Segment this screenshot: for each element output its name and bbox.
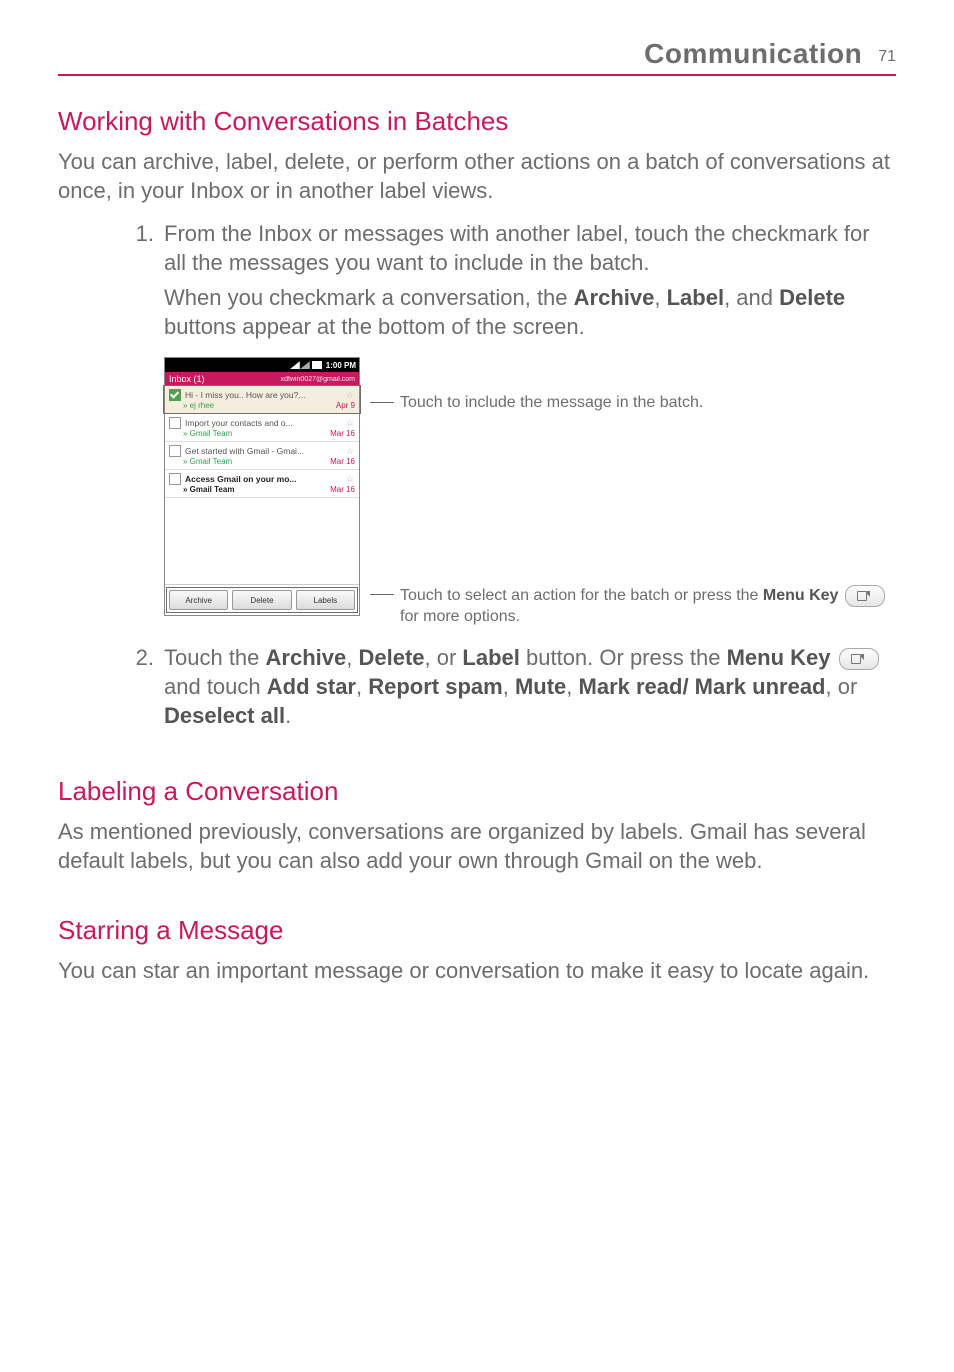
message-date: Apr 9 — [336, 401, 355, 410]
menu-key-label: Menu Key — [727, 645, 831, 670]
callout-line — [370, 402, 394, 403]
star-icon[interactable]: ☆ — [345, 447, 355, 456]
mark-read-label: Mark read/ Mark unread — [579, 674, 826, 699]
message-subject: Hi - I miss you.. How are you?... — [185, 390, 345, 400]
archive-button[interactable]: Archive — [169, 590, 228, 610]
checkbox-icon[interactable] — [169, 417, 181, 429]
star-icon[interactable]: ☆ — [345, 475, 355, 484]
delete-button[interactable]: Delete — [232, 590, 291, 610]
heading-batches: Working with Conversations in Batches — [58, 106, 896, 137]
step-2-content: Touch the Archive, Delete, or Label butt… — [164, 643, 896, 736]
step-2: 2. Touch the Archive, Delete, or Label b… — [58, 643, 896, 736]
phone-screenshot: 1:00 PM Inbox (1) xdfwin0027@gmail.com H… — [164, 357, 360, 616]
step-2-text: Touch the Archive, Delete, or Label butt… — [164, 643, 896, 730]
delete-label: Delete — [779, 285, 845, 310]
starring-body: You can star an important message or con… — [58, 956, 896, 985]
checkbox-icon[interactable] — [169, 473, 181, 485]
message-subject: Import your contacts and o... — [185, 418, 345, 428]
battery-icon — [312, 361, 322, 369]
archive-label: Archive — [266, 645, 347, 670]
message-date: Mar 16 — [330, 485, 355, 494]
message-row-1[interactable]: Hi - I miss you.. How are you?... ☆ » ej… — [165, 386, 359, 414]
page-header: Communication 71 — [58, 38, 896, 76]
screenshot-block: 1:00 PM Inbox (1) xdfwin0027@gmail.com H… — [164, 357, 896, 619]
message-date: Mar 16 — [330, 429, 355, 438]
heading-starring: Starring a Message — [58, 915, 896, 946]
message-row-4[interactable]: Access Gmail on your mo... ☆ » Gmail Tea… — [165, 470, 359, 498]
step-2-number: 2. — [58, 643, 164, 736]
message-date: Mar 16 — [330, 457, 355, 466]
t: Touch to select an action for the batch … — [400, 587, 763, 604]
menu-key-label: Menu Key — [763, 587, 839, 604]
message-from: » Gmail Team — [183, 457, 232, 466]
page: Communication 71 Working with Conversati… — [0, 0, 954, 1059]
t: , or — [425, 645, 463, 670]
checkbox-icon[interactable] — [169, 445, 181, 457]
message-from: » ej rhee — [183, 401, 214, 410]
callout-1-text: Touch to include the message in the batc… — [400, 393, 703, 414]
labeling-body: As mentioned previously, conversations a… — [58, 817, 896, 875]
t: Touch the — [164, 645, 266, 670]
t: , and — [724, 285, 779, 310]
report-spam-label: Report spam — [368, 674, 502, 699]
message-from: » Gmail Team — [183, 429, 232, 438]
callout-1: Touch to include the message in the batc… — [370, 393, 703, 414]
archive-label: Archive — [574, 285, 655, 310]
gmail-header: Inbox (1) xdfwin0027@gmail.com — [165, 372, 359, 386]
heading-labeling: Labeling a Conversation — [58, 776, 896, 807]
menu-key-icon — [845, 585, 885, 607]
t: . — [285, 703, 291, 728]
checkbox-checked-icon[interactable] — [169, 389, 181, 401]
step-1-number: 1. — [58, 219, 164, 347]
callouts: Touch to include the message in the batc… — [370, 357, 896, 619]
signal-icon-2 — [300, 361, 310, 369]
step-1: 1. From the Inbox or messages with anoth… — [58, 219, 896, 347]
mute-label: Mute — [515, 674, 566, 699]
deselect-all-label: Deselect all — [164, 703, 285, 728]
message-subject: Get started with Gmail - Gmai... — [185, 446, 345, 456]
label-label: Label — [667, 285, 724, 310]
status-time: 1:00 PM — [326, 361, 356, 370]
t: , — [654, 285, 666, 310]
t: , — [346, 645, 358, 670]
menu-key-icon — [839, 648, 879, 670]
star-icon[interactable]: ☆ — [345, 419, 355, 428]
t: , — [356, 674, 368, 699]
callout-2: Touch to select an action for the batch … — [370, 585, 896, 628]
header-page-number: 71 — [878, 48, 896, 66]
star-icon[interactable]: ☆ — [345, 391, 355, 400]
t: and touch — [164, 674, 267, 699]
header-title: Communication — [644, 38, 862, 70]
inbox-label: Inbox (1) — [169, 374, 205, 384]
t: , — [503, 674, 515, 699]
message-from: » Gmail Team — [183, 485, 234, 494]
batches-intro: You can archive, label, delete, or perfo… — [58, 147, 896, 205]
message-subject: Access Gmail on your mo... — [185, 474, 345, 484]
labels-button[interactable]: Labels — [296, 590, 355, 610]
message-row-3[interactable]: Get started with Gmail - Gmai... ☆ » Gma… — [165, 442, 359, 470]
status-bar: 1:00 PM — [165, 358, 359, 372]
step-1-p1: From the Inbox or messages with another … — [164, 219, 896, 277]
t: buttons appear at the bottom of the scre… — [164, 314, 585, 339]
callout-line — [370, 594, 394, 595]
label-label: Label — [462, 645, 519, 670]
status-icons — [290, 361, 322, 369]
account-label: xdfwin0027@gmail.com — [281, 376, 355, 383]
t: button. Or press the — [520, 645, 727, 670]
delete-label: Delete — [358, 645, 424, 670]
add-star-label: Add star — [267, 674, 356, 699]
message-list-blank — [165, 498, 359, 584]
t: for more options. — [400, 608, 520, 625]
step-1-content: From the Inbox or messages with another … — [164, 219, 896, 347]
message-row-2[interactable]: Import your contacts and o... ☆ » Gmail … — [165, 414, 359, 442]
step-1-p2: When you checkmark a conversation, the A… — [164, 283, 896, 341]
t: When you checkmark a conversation, the — [164, 285, 574, 310]
callout-2-text: Touch to select an action for the batch … — [400, 585, 896, 628]
action-bar: Archive Delete Labels — [165, 584, 359, 615]
signal-icon — [290, 361, 300, 369]
t: , — [566, 674, 578, 699]
t: , or — [826, 674, 858, 699]
